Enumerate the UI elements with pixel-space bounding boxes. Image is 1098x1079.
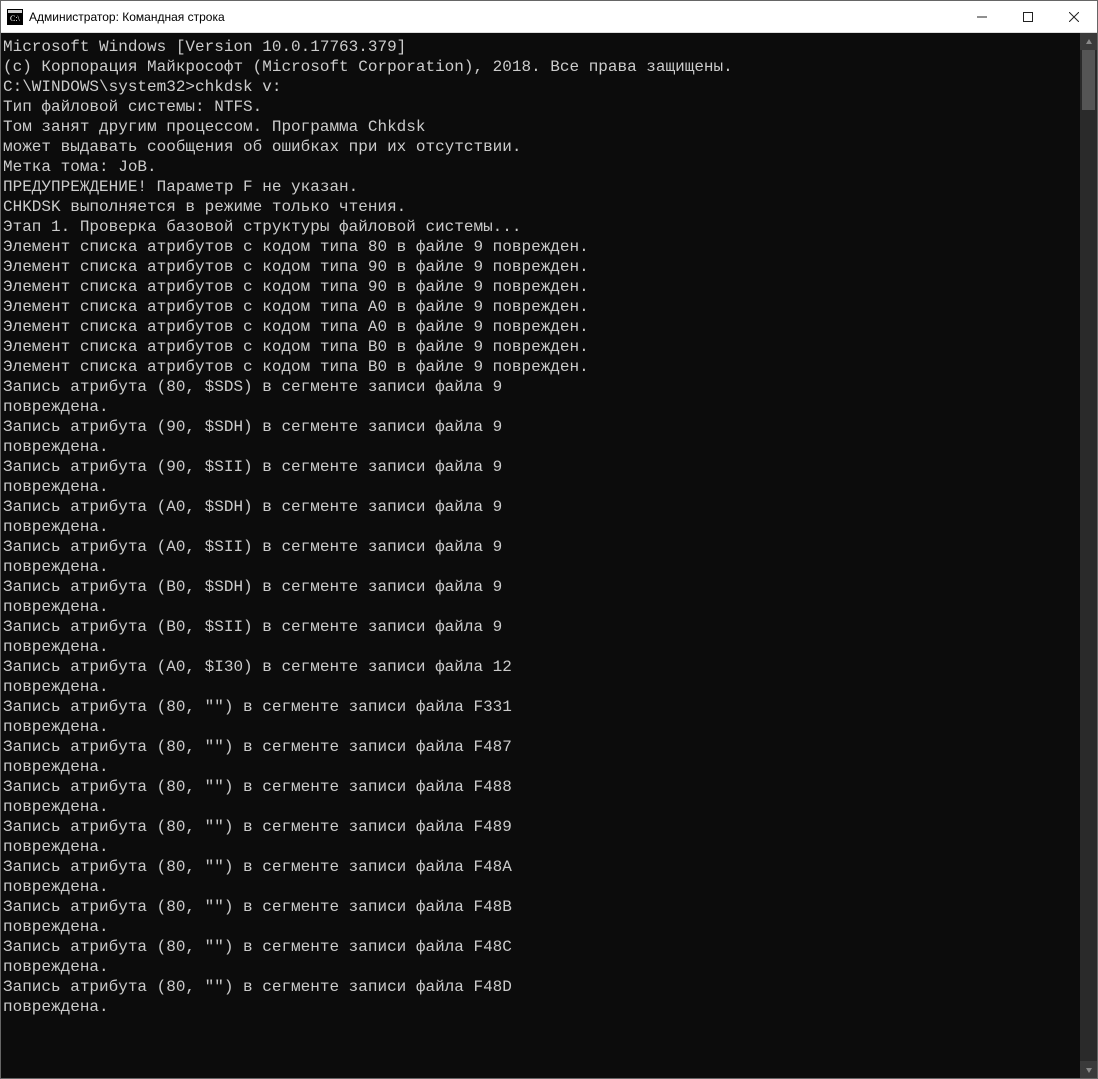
terminal-line: Элемент списка атрибутов с кодом типа A0… xyxy=(3,297,1080,317)
terminal-line: повреждена. xyxy=(3,397,1080,417)
terminal-line: ПРЕДУПРЕЖДЕНИЕ! Параметр F не указан. xyxy=(3,177,1080,197)
minimize-button[interactable] xyxy=(959,1,1005,32)
scrollbar-down-arrow-icon[interactable] xyxy=(1080,1061,1097,1078)
terminal-line: повреждена. xyxy=(3,837,1080,857)
terminal-line: Запись атрибута (A0, $I30) в сегменте за… xyxy=(3,657,1080,677)
terminal-line: Запись атрибута (80, "") в сегменте запи… xyxy=(3,817,1080,837)
terminal-line: Запись атрибута (80, "") в сегменте запи… xyxy=(3,937,1080,957)
titlebar[interactable]: C:\ Администратор: Командная строка xyxy=(1,1,1097,33)
terminal-line: повреждена. xyxy=(3,637,1080,657)
terminal-line: повреждена. xyxy=(3,717,1080,737)
window-controls xyxy=(959,1,1097,32)
terminal-line: Элемент списка атрибутов с кодом типа 90… xyxy=(3,257,1080,277)
terminal-line: повреждена. xyxy=(3,877,1080,897)
terminal-line: повреждена. xyxy=(3,597,1080,617)
terminal-line: повреждена. xyxy=(3,517,1080,537)
terminal-line: Запись атрибута (A0, $SII) в сегменте за… xyxy=(3,537,1080,557)
terminal-line: Элемент списка атрибутов с кодом типа A0… xyxy=(3,317,1080,337)
cmd-icon: C:\ xyxy=(7,9,23,25)
terminal-line: повреждена. xyxy=(3,677,1080,697)
terminal-line: повреждена. xyxy=(3,917,1080,937)
terminal-line: Microsoft Windows [Version 10.0.17763.37… xyxy=(3,37,1080,57)
terminal-line: Этап 1. Проверка базовой структуры файло… xyxy=(3,217,1080,237)
terminal-line: Тип файловой системы: NTFS. xyxy=(3,97,1080,117)
terminal-line: Метка тома: JoB. xyxy=(3,157,1080,177)
terminal-line: Запись атрибута (A0, $SDH) в сегменте за… xyxy=(3,497,1080,517)
terminal-line: Запись атрибута (80, $SDS) в сегменте за… xyxy=(3,377,1080,397)
terminal-line: Запись атрибута (80, "") в сегменте запи… xyxy=(3,737,1080,757)
terminal-line: Запись атрибута (80, "") в сегменте запи… xyxy=(3,777,1080,797)
terminal-line: Запись атрибута (80, "") в сегменте запи… xyxy=(3,897,1080,917)
terminal-line: CHKDSK выполняется в режиме только чтени… xyxy=(3,197,1080,217)
terminal-line: Запись атрибута (90, $SDH) в сегменте за… xyxy=(3,417,1080,437)
scrollbar-thumb[interactable] xyxy=(1082,50,1095,110)
terminal-line: может выдавать сообщения об ошибках при … xyxy=(3,137,1080,157)
maximize-button[interactable] xyxy=(1005,1,1051,32)
terminal-line: (c) Корпорация Майкрософт (Microsoft Cor… xyxy=(3,57,1080,77)
terminal-line: C:\WINDOWS\system32>chkdsk v: xyxy=(3,77,1080,97)
terminal-line: Элемент списка атрибутов с кодом типа B0… xyxy=(3,337,1080,357)
terminal-line: повреждена. xyxy=(3,797,1080,817)
terminal-line: повреждена. xyxy=(3,437,1080,457)
terminal-line: Запись атрибута (90, $SII) в сегменте за… xyxy=(3,457,1080,477)
terminal-line: Элемент списка атрибутов с кодом типа 80… xyxy=(3,237,1080,257)
terminal-line: Запись атрибута (80, "") в сегменте запи… xyxy=(3,857,1080,877)
terminal-line: Запись атрибута (B0, $SII) в сегменте за… xyxy=(3,617,1080,637)
close-button[interactable] xyxy=(1051,1,1097,32)
scrollbar-up-arrow-icon[interactable] xyxy=(1080,33,1097,50)
terminal-line: Элемент списка атрибутов с кодом типа 90… xyxy=(3,277,1080,297)
terminal-output[interactable]: Microsoft Windows [Version 10.0.17763.37… xyxy=(1,33,1080,1078)
terminal-line: повреждена. xyxy=(3,997,1080,1017)
window-title: Администратор: Командная строка xyxy=(29,10,959,24)
terminal-line: повреждена. xyxy=(3,477,1080,497)
terminal-line: Запись атрибута (B0, $SDH) в сегменте за… xyxy=(3,577,1080,597)
terminal-area: Microsoft Windows [Version 10.0.17763.37… xyxy=(1,33,1097,1078)
terminal-line: повреждена. xyxy=(3,957,1080,977)
terminal-line: Том занят другим процессом. Программа Ch… xyxy=(3,117,1080,137)
svg-text:C:\: C:\ xyxy=(10,14,21,23)
terminal-line: повреждена. xyxy=(3,557,1080,577)
cmd-window: C:\ Администратор: Командная строка Micr… xyxy=(0,0,1098,1079)
terminal-line: Элемент списка атрибутов с кодом типа B0… xyxy=(3,357,1080,377)
terminal-line: повреждена. xyxy=(3,757,1080,777)
vertical-scrollbar[interactable] xyxy=(1080,33,1097,1078)
terminal-line: Запись атрибута (80, "") в сегменте запи… xyxy=(3,977,1080,997)
terminal-line: Запись атрибута (80, "") в сегменте запи… xyxy=(3,697,1080,717)
